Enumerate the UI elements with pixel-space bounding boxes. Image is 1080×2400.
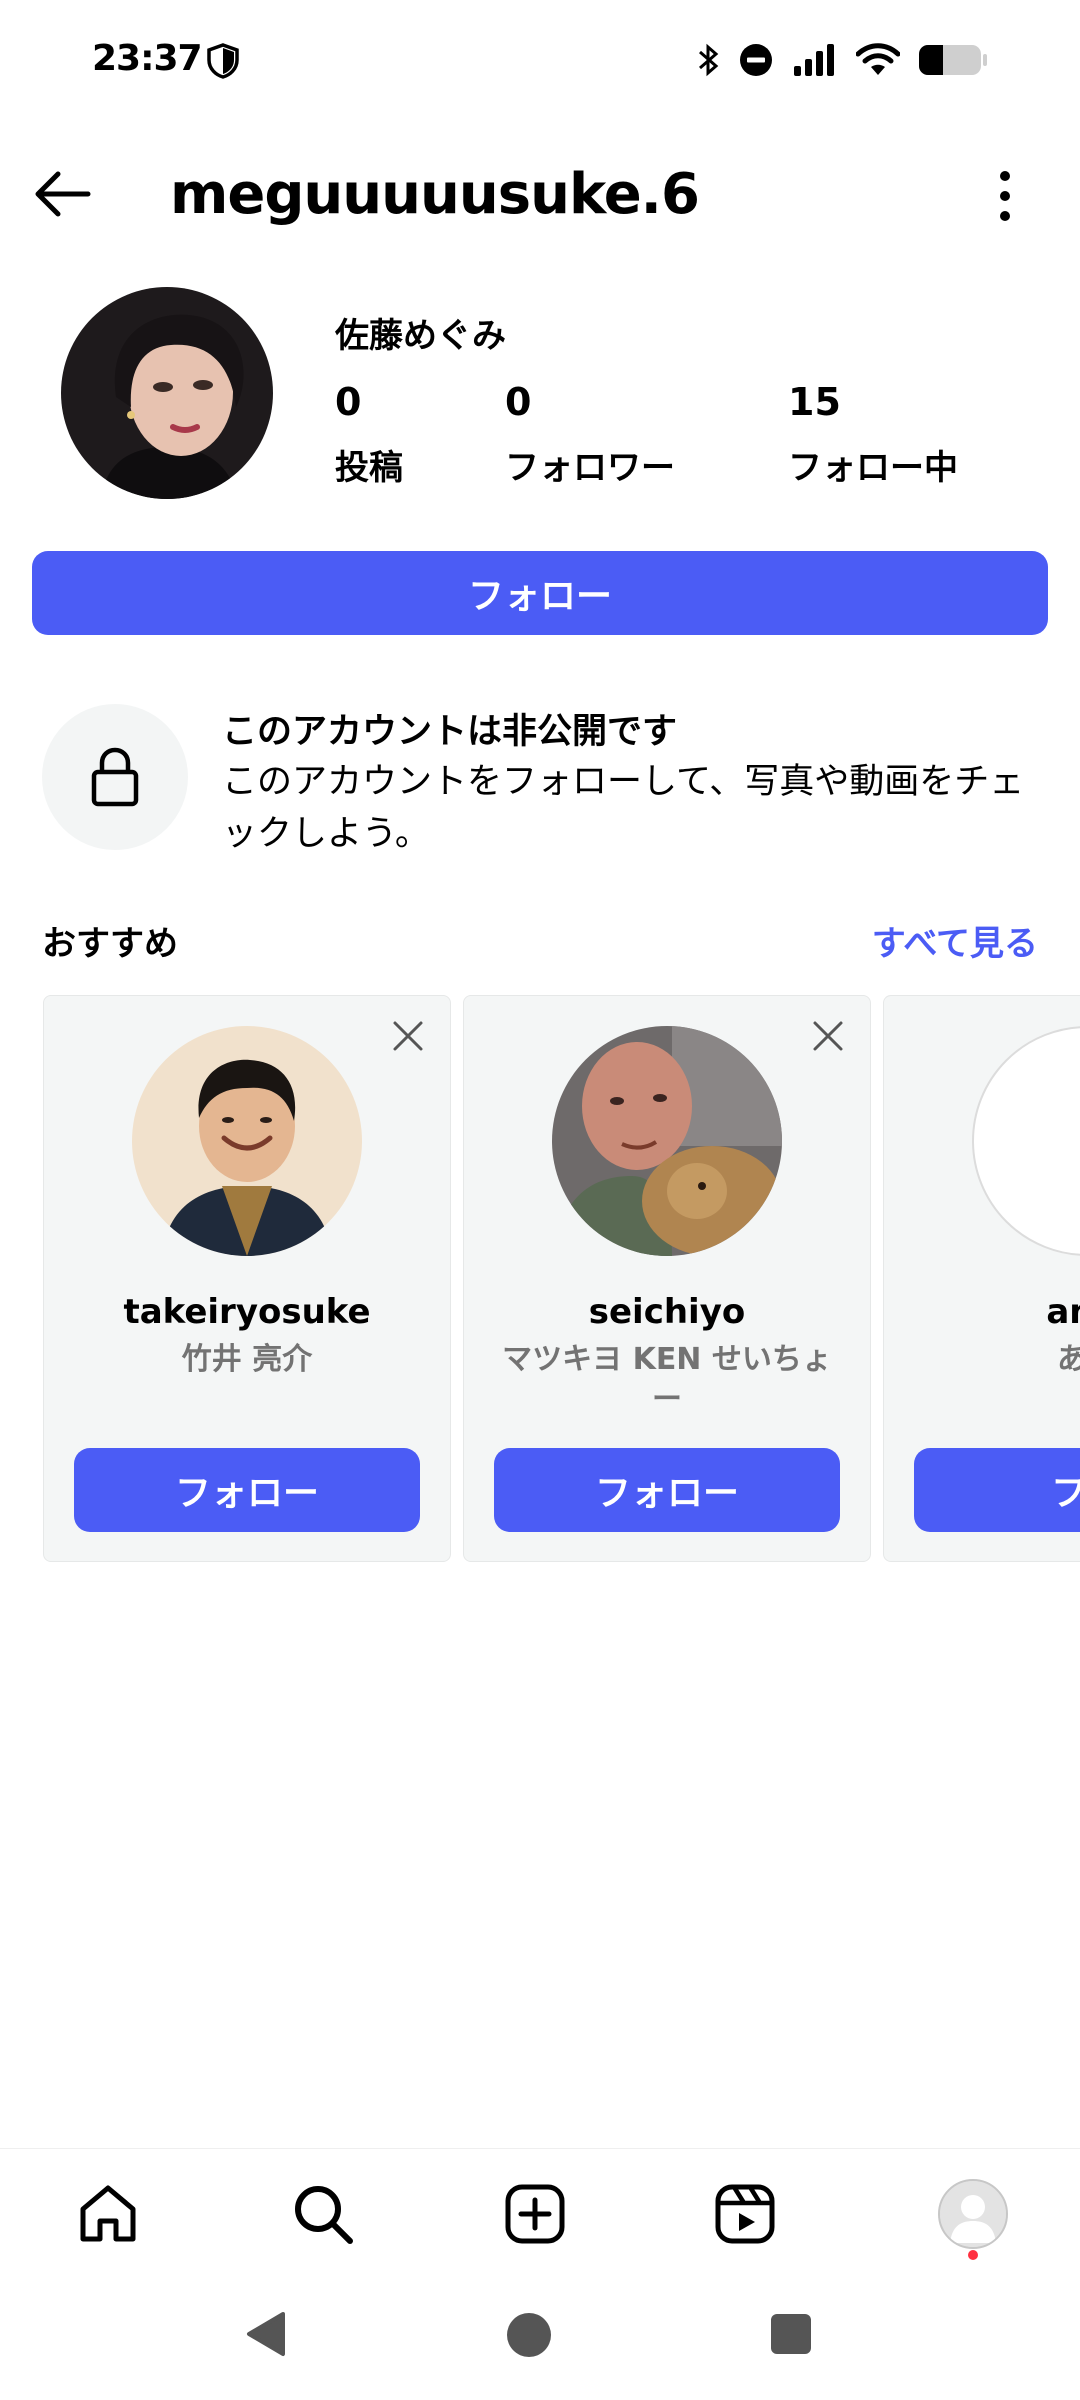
suggestion-follow-button[interactable]: フォ — [914, 1448, 1080, 1532]
follow-button[interactable]: フォロー — [32, 551, 1048, 635]
close-icon[interactable] — [390, 1018, 426, 1054]
bluetooth-icon — [699, 43, 719, 77]
system-back-icon[interactable] — [243, 2310, 287, 2358]
suggestion-username[interactable]: seichiyo — [464, 1292, 870, 1332]
home-icon — [80, 2185, 136, 2242]
stat-following[interactable]: 15 フォロー中 — [788, 380, 958, 489]
stat-following-value: 15 — [788, 380, 841, 424]
lock-badge — [42, 704, 188, 850]
stat-posts-value: 0 — [335, 380, 362, 424]
system-home-icon[interactable] — [506, 2312, 552, 2358]
suggestion-name: マツキヨ KEN せいちょー — [502, 1342, 832, 1417]
page-title: meguuuuusuke.6 — [170, 162, 700, 227]
suggestion-card[interactable]: seichiyo マツキヨ KEN せいちょー フォロー — [463, 995, 871, 1562]
close-icon[interactable] — [810, 1018, 846, 1054]
nav-home[interactable] — [73, 2179, 143, 2249]
stat-followers[interactable]: 0 フォロワー — [505, 380, 675, 489]
suggestion-avatar[interactable] — [132, 1026, 362, 1256]
suggestion-avatar[interactable] — [552, 1026, 782, 1256]
do-not-disturb-icon — [740, 44, 772, 76]
nav-profile[interactable] — [938, 2179, 1008, 2249]
stat-posts-label: 投稿 — [335, 448, 403, 488]
status-time: 23:37 — [92, 38, 203, 79]
status-bar: 23:37 — [0, 0, 1080, 120]
suggestion-name: あま — [1057, 1342, 1080, 1377]
see-all-link[interactable]: すべて見る — [872, 916, 1038, 965]
display-name: 佐藤めぐみ — [335, 316, 507, 356]
nav-create[interactable] — [500, 2179, 570, 2249]
battery-icon — [919, 45, 987, 75]
stat-followers-label: フォロワー — [505, 448, 675, 488]
suggestion-avatar[interactable] — [972, 1026, 1080, 1256]
nav-search[interactable] — [288, 2179, 358, 2249]
suggestion-card[interactable]: takeiryosuke 竹井 亮介 フォロー — [43, 995, 451, 1562]
create-icon — [505, 2184, 565, 2244]
signal-icon — [794, 44, 834, 76]
suggestion-username[interactable]: takeiryosuke — [44, 1292, 450, 1332]
profile-icon — [940, 2181, 1006, 2247]
suggestion-name: 竹井 亮介 — [181, 1342, 313, 1377]
private-description: このアカウントをフォローして、写真や動画をチェックしよう。 — [222, 762, 1025, 854]
wifi-icon — [856, 43, 900, 75]
suggestions-title: おすすめ — [42, 924, 178, 964]
bottom-nav — [0, 2148, 1080, 2272]
suggestion-card[interactable]: ama あま フォ — [883, 995, 1080, 1562]
suggestion-username[interactable]: ama — [884, 1292, 1080, 1332]
system-navigation — [0, 2280, 1080, 2400]
back-arrow-icon[interactable] — [30, 166, 94, 222]
stat-posts: 0 投稿 — [335, 380, 403, 489]
stat-followers-value: 0 — [505, 380, 532, 424]
suggestion-follow-button[interactable]: フォロー — [494, 1448, 840, 1532]
suggestions-carousel[interactable]: takeiryosuke 竹井 亮介 フォロー seichiyo マツキヨ KE… — [0, 980, 1080, 1580]
profile-avatar[interactable] — [61, 287, 273, 499]
status-icons — [696, 40, 988, 80]
suggestion-follow-button[interactable]: フォロー — [74, 1448, 420, 1532]
profile-header: meguuuuusuke.6 — [0, 150, 1080, 240]
shield-icon — [207, 43, 239, 79]
more-vertical-icon[interactable] — [990, 168, 1020, 224]
nav-reels[interactable] — [710, 2179, 780, 2249]
system-recents-icon[interactable] — [770, 2313, 812, 2355]
private-title: このアカウントは非公開です — [222, 712, 678, 752]
notification-dot — [968, 2250, 978, 2260]
lock-icon — [91, 747, 139, 807]
reels-icon — [715, 2184, 775, 2244]
stat-following-label: フォロー中 — [788, 448, 958, 488]
search-icon — [295, 2186, 353, 2244]
